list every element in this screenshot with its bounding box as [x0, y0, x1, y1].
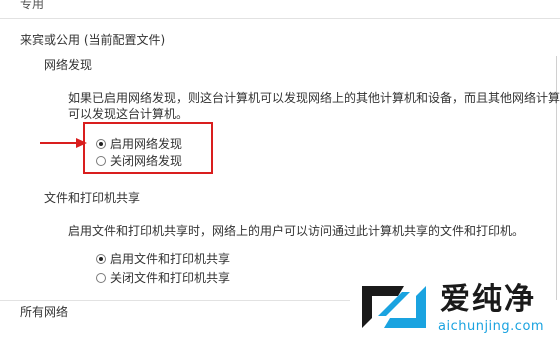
all-networks-section[interactable]: 所有网络: [20, 305, 68, 319]
radio-enable-network-discovery[interactable]: [96, 139, 106, 149]
label-enable-network-discovery[interactable]: 启用网络发现: [110, 137, 182, 151]
profile-title[interactable]: 来宾或公用 (当前配置文件): [20, 33, 165, 47]
network-discovery-description-line1: 如果已启用网络发现，则这台计算机可以发现网络上的其他计算机和设备，而且其他网络计…: [68, 91, 560, 105]
radio-enable-file-sharing[interactable]: [96, 254, 106, 264]
label-disable-file-sharing[interactable]: 关闭文件和打印机共享: [110, 271, 230, 285]
radio-disable-network-discovery[interactable]: [96, 156, 106, 166]
section-label-private[interactable]: 专用: [20, 0, 44, 11]
file-sharing-description: 启用文件和打印机共享时，网络上的用户可以访问通过此计算机共享的文件和打印机。: [68, 224, 525, 238]
radio-disable-file-sharing[interactable]: [96, 273, 106, 283]
top-divider: [0, 18, 560, 19]
network-discovery-heading: 网络发现: [44, 58, 93, 72]
label-enable-file-sharing[interactable]: 启用文件和打印机共享: [110, 252, 230, 266]
watermark-title: 爱纯净: [440, 282, 536, 317]
file-sharing-heading: 文件和打印机共享: [44, 191, 141, 205]
label-disable-network-discovery[interactable]: 关闭网络发现: [110, 154, 182, 168]
bottom-divider: [0, 300, 350, 301]
aichunjing-logo-icon: [362, 286, 426, 328]
watermark-url: aichunjing.com: [438, 319, 545, 334]
red-arrow-icon: [40, 138, 87, 148]
network-discovery-description-line2: 可以发现这台计算机。: [68, 107, 189, 121]
